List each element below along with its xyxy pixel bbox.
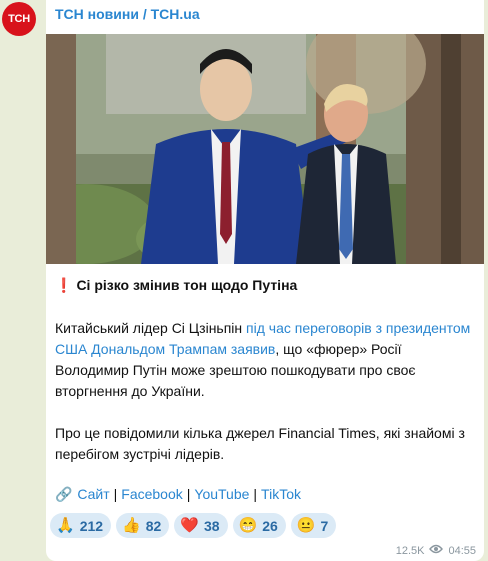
reaction-count: 38 bbox=[204, 517, 220, 534]
reaction-thumbs-up[interactable]: 👍 82 bbox=[116, 513, 170, 538]
heart-icon: ❤️ bbox=[180, 517, 199, 534]
separator: | bbox=[186, 486, 191, 502]
social-links: 🔗 Сайт | Facebook | YouTube | TikTok bbox=[55, 486, 302, 503]
avatar-label: ТСН bbox=[8, 13, 30, 25]
grin-icon: 😁 bbox=[238, 517, 258, 534]
paragraph-1: Китайський лідер Сі Цзіньпін під час пер… bbox=[55, 318, 475, 402]
exclamation-icon: ❗ bbox=[55, 277, 73, 293]
reaction-heart[interactable]: ❤️ 38 bbox=[174, 513, 228, 538]
link-icon: 🔗 bbox=[55, 486, 73, 502]
headline-text: Сі різко змінив тон щодо Путіна bbox=[76, 277, 298, 293]
reaction-count: 7 bbox=[320, 517, 329, 534]
reaction-neutral[interactable]: 😐 7 bbox=[290, 513, 337, 538]
reaction-count: 26 bbox=[262, 517, 278, 534]
pray-icon: 🙏 bbox=[56, 517, 75, 534]
post-headline: ❗ Сі різко змінив тон щодо Путіна bbox=[55, 277, 297, 294]
link-facebook[interactable]: Facebook bbox=[121, 486, 182, 502]
eye-icon bbox=[429, 544, 444, 557]
neutral-face-icon: 😐 bbox=[296, 517, 316, 534]
separator: | bbox=[113, 486, 118, 502]
reaction-grin[interactable]: 😁 26 bbox=[232, 513, 286, 538]
reaction-pray[interactable]: 🙏 212 bbox=[50, 513, 112, 538]
reactions-bar: 🙏 212 👍 82 ❤️ 38 😁 26 😐 7 bbox=[50, 513, 337, 538]
link-site[interactable]: Сайт bbox=[77, 486, 109, 502]
paragraph-1-start: Китайський лідер Сі Цзіньпін bbox=[55, 320, 247, 336]
reaction-count: 212 bbox=[79, 517, 104, 534]
link-youtube[interactable]: YouTube bbox=[194, 486, 249, 502]
post-photo[interactable] bbox=[46, 34, 484, 264]
post-body: Китайський лідер Сі Цзіньпін під час пер… bbox=[55, 318, 475, 465]
link-tiktok[interactable]: TikTok bbox=[261, 486, 301, 502]
message-bubble: ТСН новини / TCH.ua ❗ Сі різко змінив то… bbox=[46, 0, 484, 561]
thumbs-up-icon: 👍 bbox=[122, 517, 141, 534]
channel-name[interactable]: ТСН новини / TCH.ua bbox=[55, 6, 200, 22]
channel-avatar[interactable]: ТСН bbox=[2, 2, 36, 36]
reaction-count: 82 bbox=[145, 517, 162, 534]
message-time: 04:55 bbox=[448, 544, 476, 557]
message-meta: 12.5K 04:55 bbox=[396, 544, 476, 557]
view-count: 12.5K bbox=[395, 544, 425, 557]
separator: | bbox=[253, 486, 258, 502]
paragraph-2: Про це повідомили кілька джерел Financia… bbox=[55, 425, 465, 462]
